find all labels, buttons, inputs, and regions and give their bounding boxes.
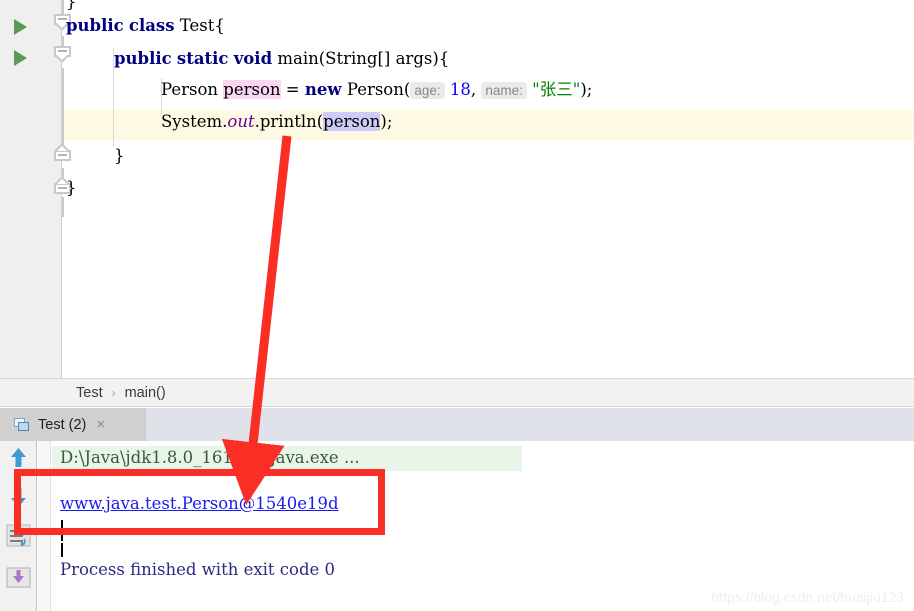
fold-minus-icon[interactable] xyxy=(54,143,71,166)
scroll-up-button[interactable] xyxy=(4,443,33,472)
statement-tail-token: ); xyxy=(380,112,393,131)
soft-wrap-icon xyxy=(6,524,31,547)
print-export-button[interactable] xyxy=(4,563,33,592)
constructor-token: Person( xyxy=(346,80,411,99)
variable-person-usage[interactable]: person xyxy=(323,112,381,131)
export-down-icon xyxy=(6,567,31,588)
console-gutter xyxy=(38,441,51,611)
fold-line-segment xyxy=(62,68,64,146)
code-line-println[interactable]: System.out.println(person); xyxy=(161,112,393,131)
ide-window: } public class Test{ public static void … xyxy=(0,0,914,611)
method-name-token: main xyxy=(277,49,319,68)
keyword-new: new xyxy=(304,80,342,99)
value-name: "张三" xyxy=(532,80,581,99)
soft-wrap-button[interactable] xyxy=(4,521,33,550)
assign-token: = xyxy=(285,80,300,99)
brace-token: { xyxy=(438,49,450,68)
code-line-close-method: } xyxy=(114,146,125,165)
keyword-class: class xyxy=(128,16,175,35)
keyword-static: static xyxy=(176,49,229,68)
run-tab-bar: Test (2) × xyxy=(0,408,914,441)
console-output-link[interactable]: www.java.test.Person@1540e19d xyxy=(60,494,339,513)
console-toolbar xyxy=(0,441,37,611)
class-name-token: Test xyxy=(179,16,215,35)
brace-token: } xyxy=(66,0,77,11)
arrow-up-icon xyxy=(11,448,26,467)
keyword-public: public xyxy=(66,16,124,35)
param-hint-age: age: xyxy=(410,82,445,99)
console-exit-line: Process finished with exit code 0 xyxy=(60,560,336,579)
brace-token: } xyxy=(66,178,77,197)
run-tool-window: Test (2) × D:\Java\jdk1.8.0_161\bin\java… xyxy=(0,408,914,611)
console-command-line: D:\Java\jdk1.8.0_161\bin\java.exe ... xyxy=(60,448,360,467)
code-line-person-instantiation[interactable]: Person person = new Person(age: 18, name… xyxy=(161,80,593,99)
fold-line-segment xyxy=(62,0,64,14)
console-output[interactable]: D:\Java\jdk1.8.0_161\bin\java.exe ... ww… xyxy=(38,441,914,611)
run-tab-label: Test (2) xyxy=(38,416,87,433)
println-token: .println( xyxy=(254,112,324,131)
run-tab-test[interactable]: Test (2) × xyxy=(0,408,146,441)
breadcrumb: Test › main() xyxy=(0,378,914,407)
console-caret xyxy=(61,520,63,541)
editor-gutter[interactable] xyxy=(0,0,62,378)
type-token: Person xyxy=(161,80,219,99)
keyword-public: public xyxy=(114,49,172,68)
code-line-main-declaration[interactable]: public static void main(String[] args){ xyxy=(114,49,450,68)
statement-tail-token: ); xyxy=(580,80,593,99)
console-caret-secondary xyxy=(61,543,63,557)
comma-token: , xyxy=(470,80,477,99)
run-method-icon[interactable] xyxy=(14,50,27,66)
brace-token: { xyxy=(214,16,225,35)
code-line-close-class: } xyxy=(66,178,77,197)
brace-token: } xyxy=(114,146,125,165)
close-icon[interactable]: × xyxy=(96,417,105,432)
run-class-icon[interactable] xyxy=(14,19,27,35)
breadcrumb-item-class[interactable]: Test xyxy=(76,385,103,401)
chevron-right-icon: › xyxy=(111,385,116,400)
code-line-class-declaration[interactable]: public class Test{ xyxy=(66,16,225,35)
system-token: System. xyxy=(161,112,228,131)
scroll-down-button[interactable] xyxy=(4,483,33,512)
breadcrumb-item-method[interactable]: main() xyxy=(125,385,166,401)
run-configuration-icon xyxy=(14,417,30,432)
keyword-void: void xyxy=(233,49,273,68)
code-editor[interactable]: } public class Test{ public static void … xyxy=(0,0,914,378)
method-params-token: (String[] args) xyxy=(318,49,439,68)
code-line-partial-top: } xyxy=(66,0,77,10)
console-output-line[interactable]: www.java.test.Person@1540e19d xyxy=(60,494,339,513)
current-line-highlight xyxy=(0,110,914,140)
arrow-down-icon xyxy=(11,488,26,507)
variable-person-declaration[interactable]: person xyxy=(223,80,281,99)
out-field-token: out xyxy=(227,112,255,131)
watermark: https://blog.csdn.net/huaijiu123 xyxy=(711,590,904,605)
param-hint-name: name: xyxy=(481,82,527,99)
fold-line-segment xyxy=(62,197,64,217)
fold-minus-icon[interactable] xyxy=(54,46,71,63)
value-age: 18 xyxy=(449,80,471,99)
